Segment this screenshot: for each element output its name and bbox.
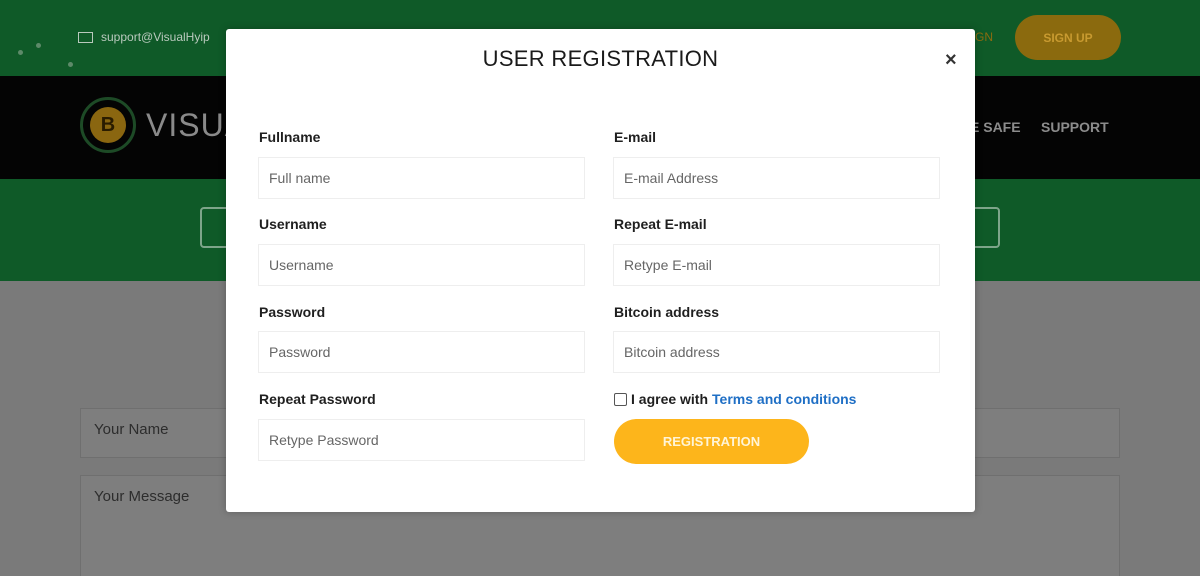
support-email-text: support@VisualHyip bbox=[101, 30, 210, 44]
close-icon[interactable]: × bbox=[945, 49, 957, 72]
bitcoin-address-input[interactable] bbox=[613, 331, 940, 373]
fullname-input[interactable] bbox=[258, 157, 585, 199]
email-input[interactable] bbox=[613, 157, 940, 199]
repeat-password-input[interactable] bbox=[258, 419, 585, 461]
nav-link-safe[interactable]: E SAFE bbox=[970, 119, 1021, 135]
password-label: Password bbox=[259, 304, 326, 320]
agree-text: I agree with bbox=[631, 391, 709, 407]
decor-dot bbox=[18, 50, 23, 55]
username-label: Username bbox=[259, 216, 327, 232]
terms-checkbox[interactable] bbox=[614, 392, 627, 406]
mail-icon bbox=[78, 31, 93, 43]
repeat-email-label: Repeat E-mail bbox=[614, 216, 707, 232]
fullname-label: Fullname bbox=[259, 129, 321, 145]
decor-dot bbox=[36, 43, 41, 48]
nav-link-support[interactable]: SUPPORT bbox=[1041, 119, 1109, 135]
signup-button[interactable]: SIGN UP bbox=[1015, 15, 1121, 60]
registration-button[interactable]: REGISTRATION bbox=[614, 419, 809, 464]
logo-symbol: B bbox=[90, 107, 126, 143]
bitcoin-address-label: Bitcoin address bbox=[614, 304, 720, 320]
repeat-password-label: Repeat Password bbox=[259, 391, 376, 407]
modal-title: USER REGISTRATION bbox=[482, 46, 719, 71]
support-email[interactable]: support@VisualHyip bbox=[78, 30, 210, 44]
decor-dot bbox=[68, 62, 73, 67]
repeat-email-input[interactable] bbox=[613, 244, 940, 286]
username-input[interactable] bbox=[258, 244, 585, 286]
email-label: E-mail bbox=[614, 129, 657, 145]
terms-agreement: I agree with Terms and conditions bbox=[614, 391, 856, 407]
password-input[interactable] bbox=[258, 331, 585, 373]
terms-link[interactable]: Terms and conditions bbox=[712, 391, 856, 407]
bitcoin-logo-icon[interactable]: B bbox=[80, 97, 136, 153]
signin-link[interactable]: GN bbox=[975, 30, 993, 44]
